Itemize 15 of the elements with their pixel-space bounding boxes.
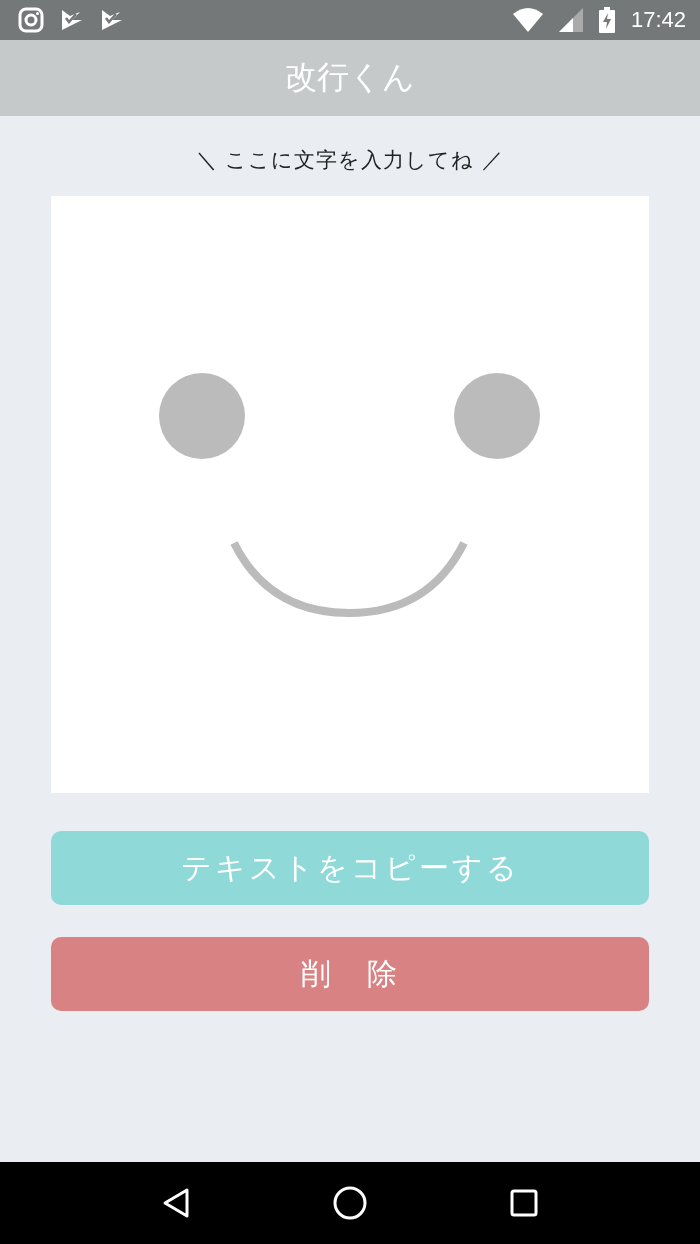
recents-icon[interactable] [510,1189,539,1217]
instagram-icon [18,7,44,33]
delete-button[interactable]: 削 除 [51,937,649,1011]
app-title: 改行くん [285,57,415,98]
input-prompt: ＼ ここに文字を入力してね ／ [195,147,505,174]
home-icon[interactable] [333,1186,367,1220]
copy-text-button[interactable]: テキストをコピーする [51,831,649,905]
status-time: 17:42 [630,7,686,33]
wifi-icon [512,8,543,32]
battery-icon [598,7,615,33]
text-input-area[interactable] [51,196,649,793]
checkmark-flag-icon [60,8,84,32]
checkmark-flag-icon [100,8,124,32]
signal-icon [558,8,583,32]
back-icon[interactable] [161,1187,190,1219]
